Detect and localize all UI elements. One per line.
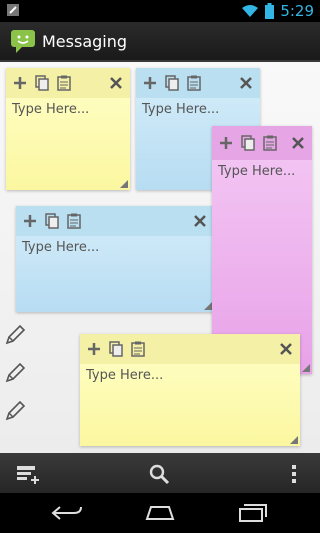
add-icon[interactable] bbox=[86, 341, 102, 357]
resize-handle[interactable] bbox=[302, 364, 310, 372]
note-toolbar bbox=[212, 126, 312, 160]
close-icon[interactable] bbox=[192, 213, 208, 229]
system-nav-bar bbox=[0, 493, 320, 533]
pencil-icon[interactable] bbox=[4, 324, 26, 346]
sticky-note[interactable]: Type Here... bbox=[16, 206, 214, 312]
wifi-icon bbox=[242, 5, 259, 17]
close-icon[interactable] bbox=[278, 341, 294, 357]
note-toolbar bbox=[16, 206, 214, 236]
note-text-input[interactable]: Type Here... bbox=[212, 160, 312, 183]
status-bar: 5:29 bbox=[0, 0, 320, 22]
note-toolbar bbox=[80, 334, 300, 364]
resize-handle[interactable] bbox=[290, 436, 298, 444]
add-icon[interactable] bbox=[142, 75, 158, 91]
action-bar: Messaging bbox=[0, 22, 320, 62]
add-note-icon[interactable] bbox=[16, 463, 40, 485]
note-toolbar bbox=[136, 68, 260, 98]
notes-canvas: Type Here... Type Here... Type Here... T… bbox=[0, 62, 320, 453]
copy-icon[interactable] bbox=[34, 75, 50, 91]
note-toolbar bbox=[6, 68, 130, 98]
paste-icon[interactable] bbox=[130, 341, 146, 357]
note-text-input[interactable]: Type Here... bbox=[80, 364, 300, 387]
add-icon[interactable] bbox=[218, 135, 234, 151]
resize-handle[interactable] bbox=[120, 180, 128, 188]
paste-icon[interactable] bbox=[186, 75, 202, 91]
edit-icon bbox=[7, 4, 19, 16]
note-text-input[interactable]: Type Here... bbox=[6, 98, 130, 121]
sticky-note[interactable]: Type Here... bbox=[6, 68, 130, 190]
pencil-icon[interactable] bbox=[4, 362, 26, 384]
close-icon[interactable] bbox=[290, 135, 306, 151]
close-icon[interactable] bbox=[238, 75, 254, 91]
resize-handle[interactable] bbox=[204, 302, 212, 310]
sticky-note[interactable]: Type Here... bbox=[80, 334, 300, 446]
copy-icon[interactable] bbox=[108, 341, 124, 357]
bottom-action-bar bbox=[0, 453, 320, 493]
paste-icon[interactable] bbox=[262, 135, 278, 151]
home-icon[interactable] bbox=[143, 503, 177, 523]
copy-icon[interactable] bbox=[44, 213, 60, 229]
chat-bubble-icon[interactable] bbox=[10, 28, 36, 54]
copy-icon[interactable] bbox=[164, 75, 180, 91]
search-icon[interactable] bbox=[148, 463, 172, 485]
paste-icon[interactable] bbox=[56, 75, 72, 91]
paste-icon[interactable] bbox=[66, 213, 82, 229]
battery-icon bbox=[265, 3, 275, 19]
close-icon[interactable] bbox=[108, 75, 124, 91]
clock: 5:29 bbox=[280, 2, 314, 20]
back-icon[interactable] bbox=[50, 503, 84, 523]
copy-icon[interactable] bbox=[240, 135, 256, 151]
add-icon[interactable] bbox=[12, 75, 28, 91]
add-icon[interactable] bbox=[22, 213, 38, 229]
note-text-input[interactable]: Type Here... bbox=[136, 98, 260, 121]
overflow-menu-icon[interactable] bbox=[282, 463, 306, 485]
pencil-icon[interactable] bbox=[4, 400, 26, 422]
note-text-input[interactable]: Type Here... bbox=[16, 236, 214, 259]
recents-icon[interactable] bbox=[236, 503, 270, 523]
app-title: Messaging bbox=[42, 32, 128, 51]
